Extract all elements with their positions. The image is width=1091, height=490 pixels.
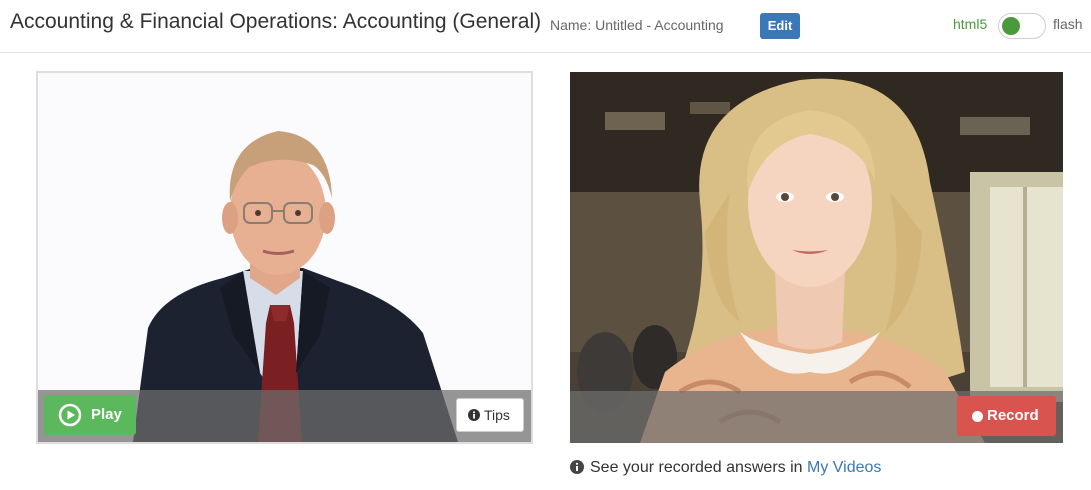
interviewer-image bbox=[38, 73, 531, 442]
edit-button[interactable]: Edit bbox=[760, 13, 800, 39]
interviewer-video[interactable]: Play Tips bbox=[36, 71, 533, 444]
play-button[interactable]: Play bbox=[44, 395, 136, 435]
record-label: Record bbox=[987, 407, 1039, 424]
info-circle-icon bbox=[468, 409, 480, 421]
name-prefix: Name: bbox=[550, 17, 592, 33]
note-text: See your recorded answers in bbox=[590, 459, 803, 476]
play-circle-icon bbox=[58, 403, 82, 427]
toggle-knob bbox=[1002, 17, 1020, 35]
html5-label: html5 bbox=[953, 16, 988, 32]
webcam-image bbox=[570, 72, 1063, 443]
recorded-answers-note: See your recorded answers in My Videos bbox=[570, 459, 881, 477]
interviewer-controls-bar: Play Tips bbox=[38, 390, 531, 442]
info-circle-icon bbox=[570, 460, 584, 474]
name-value: Untitled - Accounting bbox=[595, 17, 724, 33]
tips-button[interactable]: Tips bbox=[456, 398, 524, 432]
page-title: Accounting & Financial Operations: Accou… bbox=[10, 10, 542, 33]
play-label: Play bbox=[91, 406, 122, 423]
html5-flash-toggle[interactable] bbox=[998, 13, 1046, 39]
flash-label: flash bbox=[1053, 16, 1083, 32]
page-header: Accounting & Financial Operations: Accou… bbox=[0, 0, 1091, 53]
tips-label: Tips bbox=[484, 407, 510, 423]
recorder-controls-bar: Record bbox=[570, 391, 1063, 443]
webcam-video[interactable]: Record bbox=[570, 72, 1063, 443]
record-button[interactable]: Record bbox=[957, 396, 1056, 436]
record-dot-icon bbox=[972, 411, 983, 422]
my-videos-link[interactable]: My Videos bbox=[807, 459, 881, 476]
name-label: Name: Untitled - Accounting bbox=[550, 17, 724, 33]
